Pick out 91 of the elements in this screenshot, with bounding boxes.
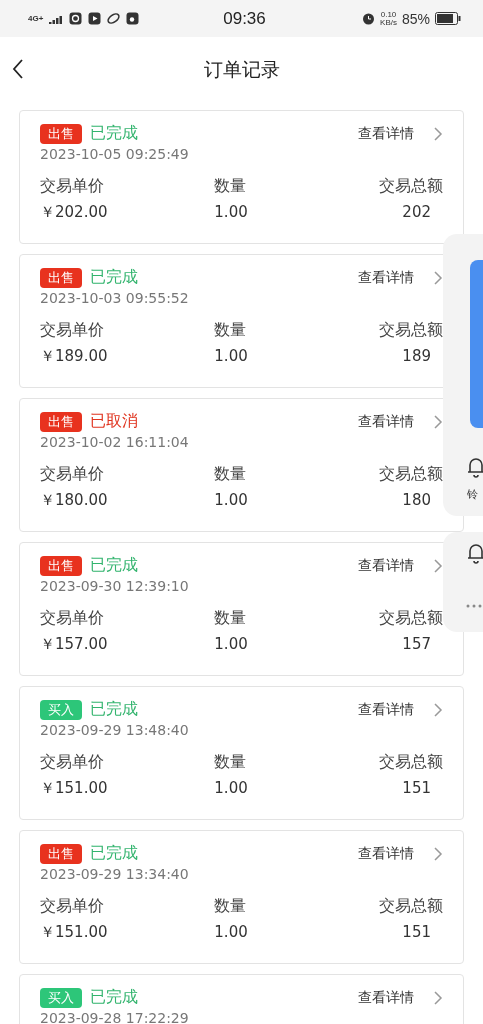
quantity: 1.00 (213, 779, 249, 798)
quantity: 1.00 (213, 203, 249, 222)
view-details-link[interactable]: 查看详情 (358, 268, 414, 287)
unit-price: ￥202.00 (40, 203, 109, 222)
order-datetime: 2023-09-29 13:34:40 (40, 866, 190, 882)
order-datetime: 2023-10-03 09:55:52 (40, 290, 190, 306)
view-details-link[interactable]: 查看详情 (358, 700, 414, 719)
order-type-badge: 出售 (40, 267, 82, 288)
chevron-right-icon (434, 990, 443, 1005)
unit-price: ￥151.00 (40, 779, 109, 798)
order-status: 已完成 (90, 267, 139, 288)
chevron-right-icon (434, 702, 443, 717)
column-label: 数量 (213, 464, 248, 485)
battery-percent: 85% (402, 10, 430, 27)
bell-icon[interactable] (467, 456, 483, 478)
column-label: 交易总额 (378, 896, 443, 917)
view-details-link[interactable]: 查看详情 (358, 844, 414, 863)
total-amount: 157 (401, 635, 432, 654)
column-label: 交易总额 (378, 464, 443, 485)
view-details-link[interactable]: 查看详情 (358, 124, 414, 143)
order-card[interactable]: 出售 已完成 查看详情 2023-09-29 13:34:40 交易单价 数量 交易总额 ￥151.00 1.00 151 (19, 830, 464, 964)
battery-icon (435, 12, 461, 25)
order-type-badge: 出售 (40, 843, 82, 864)
column-label: 交易单价 (40, 176, 105, 197)
column-label: 交易单价 (40, 464, 105, 485)
chevron-right-icon (434, 126, 443, 141)
order-type-badge: 买入 (40, 699, 82, 720)
chevron-right-icon (434, 414, 443, 429)
app-icon (107, 12, 121, 25)
view-details-link[interactable]: 查看详情 (358, 412, 414, 431)
signal-icon (49, 13, 64, 24)
total-amount: 189 (401, 347, 432, 366)
floating-label: 铃 (467, 487, 478, 502)
order-datetime: 2023-09-28 17:22:29 (40, 1010, 190, 1024)
total-amount: 151 (401, 779, 432, 798)
column-label: 交易总额 (378, 752, 443, 773)
alarm-icon (362, 12, 376, 25)
clock: 09:36 (223, 8, 266, 29)
order-card[interactable]: 买入 已完成 查看详情 2023-09-28 17:22:29 (19, 974, 464, 1024)
quantity: 1.00 (213, 347, 249, 366)
column-label: 交易单价 (40, 752, 105, 773)
network-speed: 0.10 KB/s (380, 10, 397, 27)
chevron-right-icon (434, 270, 443, 285)
order-type-badge: 出售 (40, 555, 82, 576)
order-status: 已完成 (90, 987, 139, 1008)
order-status: 已取消 (90, 411, 139, 432)
order-status: 已完成 (90, 555, 139, 576)
column-label: 交易总额 (378, 608, 443, 629)
unit-price: ￥157.00 (40, 635, 109, 654)
quantity: 1.00 (213, 635, 249, 654)
column-label: 数量 (213, 176, 248, 197)
column-label: 交易总额 (378, 176, 443, 197)
order-card[interactable]: 买入 已完成 查看详情 2023-09-29 13:48:40 交易单价 数量 交易总额 ￥151.00 1.00 151 (19, 686, 464, 820)
unit-price: ￥180.00 (40, 491, 109, 510)
order-status: 已完成 (90, 699, 139, 720)
order-card[interactable]: 出售 已完成 查看详情 2023-10-05 09:25:49 交易单价 数量 交易总额 ￥202.00 1.00 202 (19, 110, 464, 244)
total-amount: 180 (401, 491, 432, 510)
column-label: 交易单价 (40, 896, 105, 917)
order-datetime: 2023-10-05 09:25:49 (40, 146, 190, 162)
total-amount: 202 (401, 203, 432, 222)
order-datetime: 2023-09-30 12:39:10 (40, 578, 190, 594)
network-type: 4G+ (28, 14, 44, 23)
play-icon (88, 12, 102, 25)
column-label: 数量 (213, 608, 248, 629)
chevron-right-icon (434, 846, 443, 861)
order-type-badge: 买入 (40, 987, 82, 1008)
column-label: 交易单价 (40, 320, 105, 341)
unit-price: ￥151.00 (40, 923, 109, 942)
order-datetime: 2023-09-29 13:48:40 (40, 722, 190, 738)
column-label: 数量 (213, 896, 248, 917)
app-icon (126, 12, 140, 25)
view-details-link[interactable]: 查看详情 (358, 988, 414, 1007)
column-label: 数量 (213, 320, 248, 341)
column-label: 交易单价 (40, 608, 105, 629)
page-title: 订单记录 (203, 57, 280, 82)
view-details-link[interactable]: 查看详情 (358, 556, 414, 575)
column-label: 交易总额 (378, 320, 443, 341)
order-status: 已完成 (90, 123, 139, 144)
total-amount: 151 (401, 923, 432, 942)
unit-price: ￥189.00 (40, 347, 109, 366)
more-icon[interactable] (466, 604, 482, 608)
order-type-badge: 出售 (40, 411, 82, 432)
chevron-right-icon (434, 558, 443, 573)
order-datetime: 2023-10-02 16:11:04 (40, 434, 190, 450)
order-type-badge: 出售 (40, 123, 82, 144)
bell-icon[interactable] (467, 542, 483, 564)
app-icon (69, 12, 83, 25)
quantity: 1.00 (213, 923, 249, 942)
quantity: 1.00 (213, 491, 249, 510)
order-status: 已完成 (90, 843, 139, 864)
column-label: 数量 (213, 752, 248, 773)
